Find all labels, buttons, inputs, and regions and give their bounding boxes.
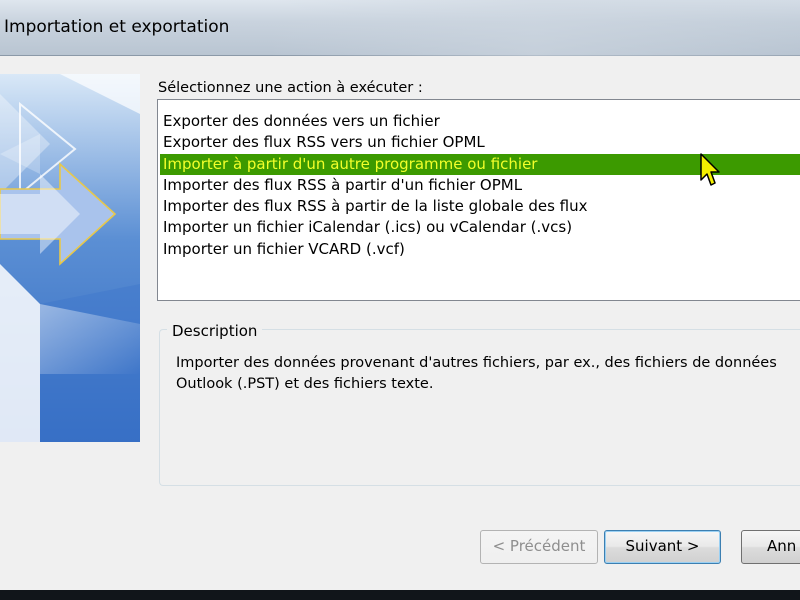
dialog-body: Sélectionnez une action à exécuter : Exp… [0,56,800,590]
bottom-edge [0,590,800,600]
list-item[interactable]: Importer des flux RSS à partir de la lis… [158,196,800,217]
description-legend: Description [167,322,263,340]
mouse-pointer-icon [700,153,720,186]
list-item[interactable]: Importer un fichier VCARD (.vcf) [158,239,800,260]
action-listbox[interactable]: Exporter des données vers un fichier Exp… [157,99,800,301]
next-button[interactable]: Suivant > [604,530,721,564]
cancel-button[interactable]: Ann [741,530,800,564]
title-bar-glow [270,0,800,56]
list-item[interactable]: Importer un fichier iCalendar (.ics) ou … [158,217,800,238]
window-title: Importation et exportation [4,17,230,37]
list-item[interactable]: Exporter des données vers un fichier [158,111,800,132]
action-label: Sélectionnez une action à exécuter : [158,80,423,96]
wizard-graphic [0,74,140,442]
list-item[interactable]: Exporter des flux RSS vers un fichier OP… [158,132,800,153]
description-text: Importer des données provenant d'autres … [176,355,777,392]
previous-button[interactable]: < Précédent [480,530,598,564]
title-bar[interactable]: Importation et exportation [0,0,800,56]
